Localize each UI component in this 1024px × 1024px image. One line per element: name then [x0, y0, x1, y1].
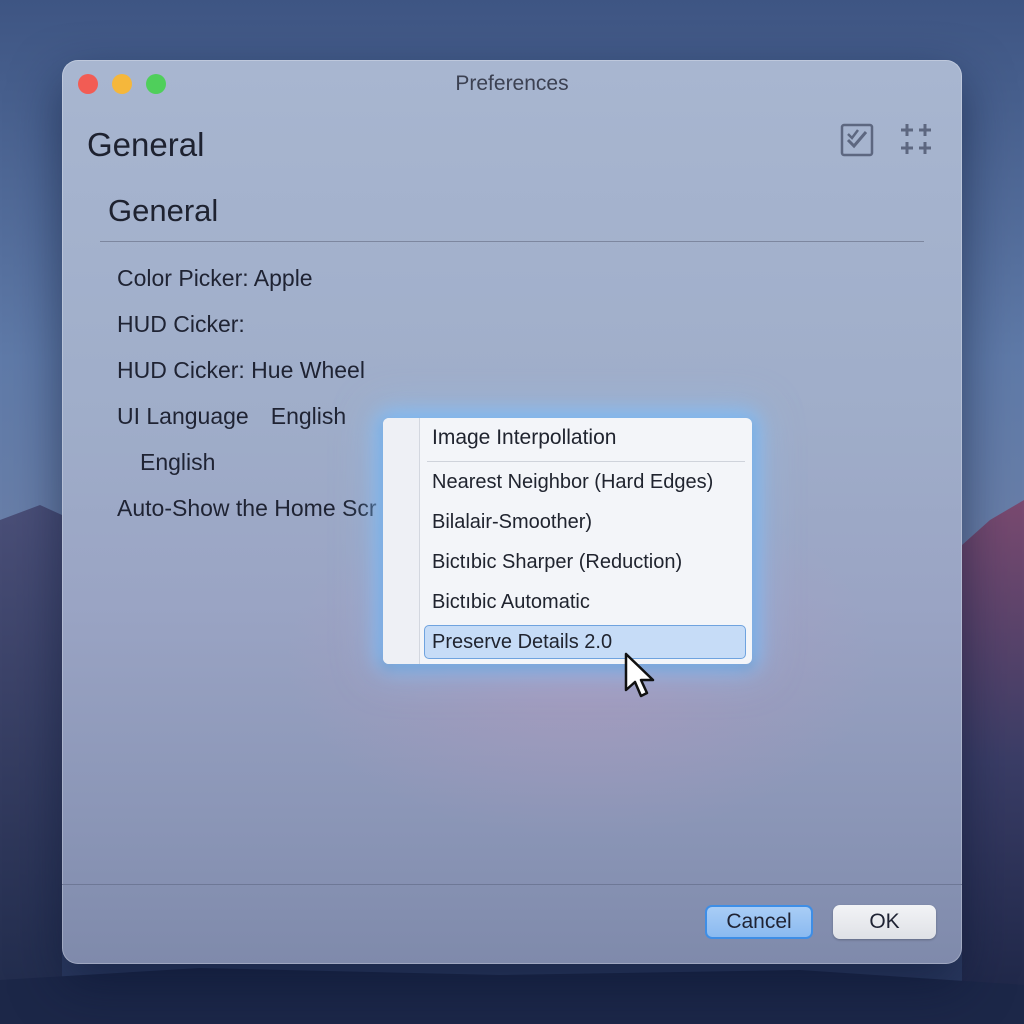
hud-picker-value-setting[interactable]: HUD Cicker: Hue Wheel: [117, 357, 365, 384]
language-option[interactable]: English: [140, 449, 215, 476]
image-interpolation-menu: Image Interpollation Nearest Neighbor (H…: [383, 418, 752, 664]
menu-header: Image Interpollation: [432, 426, 617, 449]
footer-divider: [62, 884, 962, 885]
menu-divider: [427, 461, 745, 462]
menu-item-bicubic-sharper[interactable]: Bictıbic Sharper (Reduction): [432, 551, 682, 574]
ui-language-label: UI Language: [117, 403, 249, 429]
page-title: General: [87, 126, 205, 163]
menu-item-bilinear-smoother[interactable]: Bilalair-Smoother): [432, 511, 592, 534]
ui-language-value[interactable]: English: [271, 403, 346, 429]
menu-item-preserve-details[interactable]: Preserve Details 2.0: [432, 631, 612, 654]
menu-item-nearest-neighbor[interactable]: Nearest Neighbor (Hard Edges): [432, 471, 713, 494]
grid-plus-icon[interactable]: [896, 120, 936, 160]
window-title: Preferences: [455, 72, 569, 95]
hud-picker-setting[interactable]: HUD Cicker:: [117, 311, 245, 338]
checklist-icon[interactable]: [838, 120, 878, 160]
menu-gutter: [383, 418, 420, 664]
ui-language-setting[interactable]: UI Language English: [117, 403, 346, 430]
section-title: General: [108, 193, 219, 228]
section-divider: [100, 241, 924, 242]
color-picker-setting[interactable]: Color Picker: Apple: [117, 265, 313, 292]
cancel-button[interactable]: Cancel: [705, 905, 813, 939]
auto-show-home-setting[interactable]: Auto-Show the Home Scr: [117, 495, 377, 522]
desktop-background: Preferences General General Color Picker…: [0, 0, 1024, 1024]
mouse-pointer-icon: [624, 652, 655, 698]
menu-item-bicubic-automatic[interactable]: Bictıbic Automatic: [432, 591, 590, 614]
ok-button[interactable]: OK: [833, 905, 936, 939]
